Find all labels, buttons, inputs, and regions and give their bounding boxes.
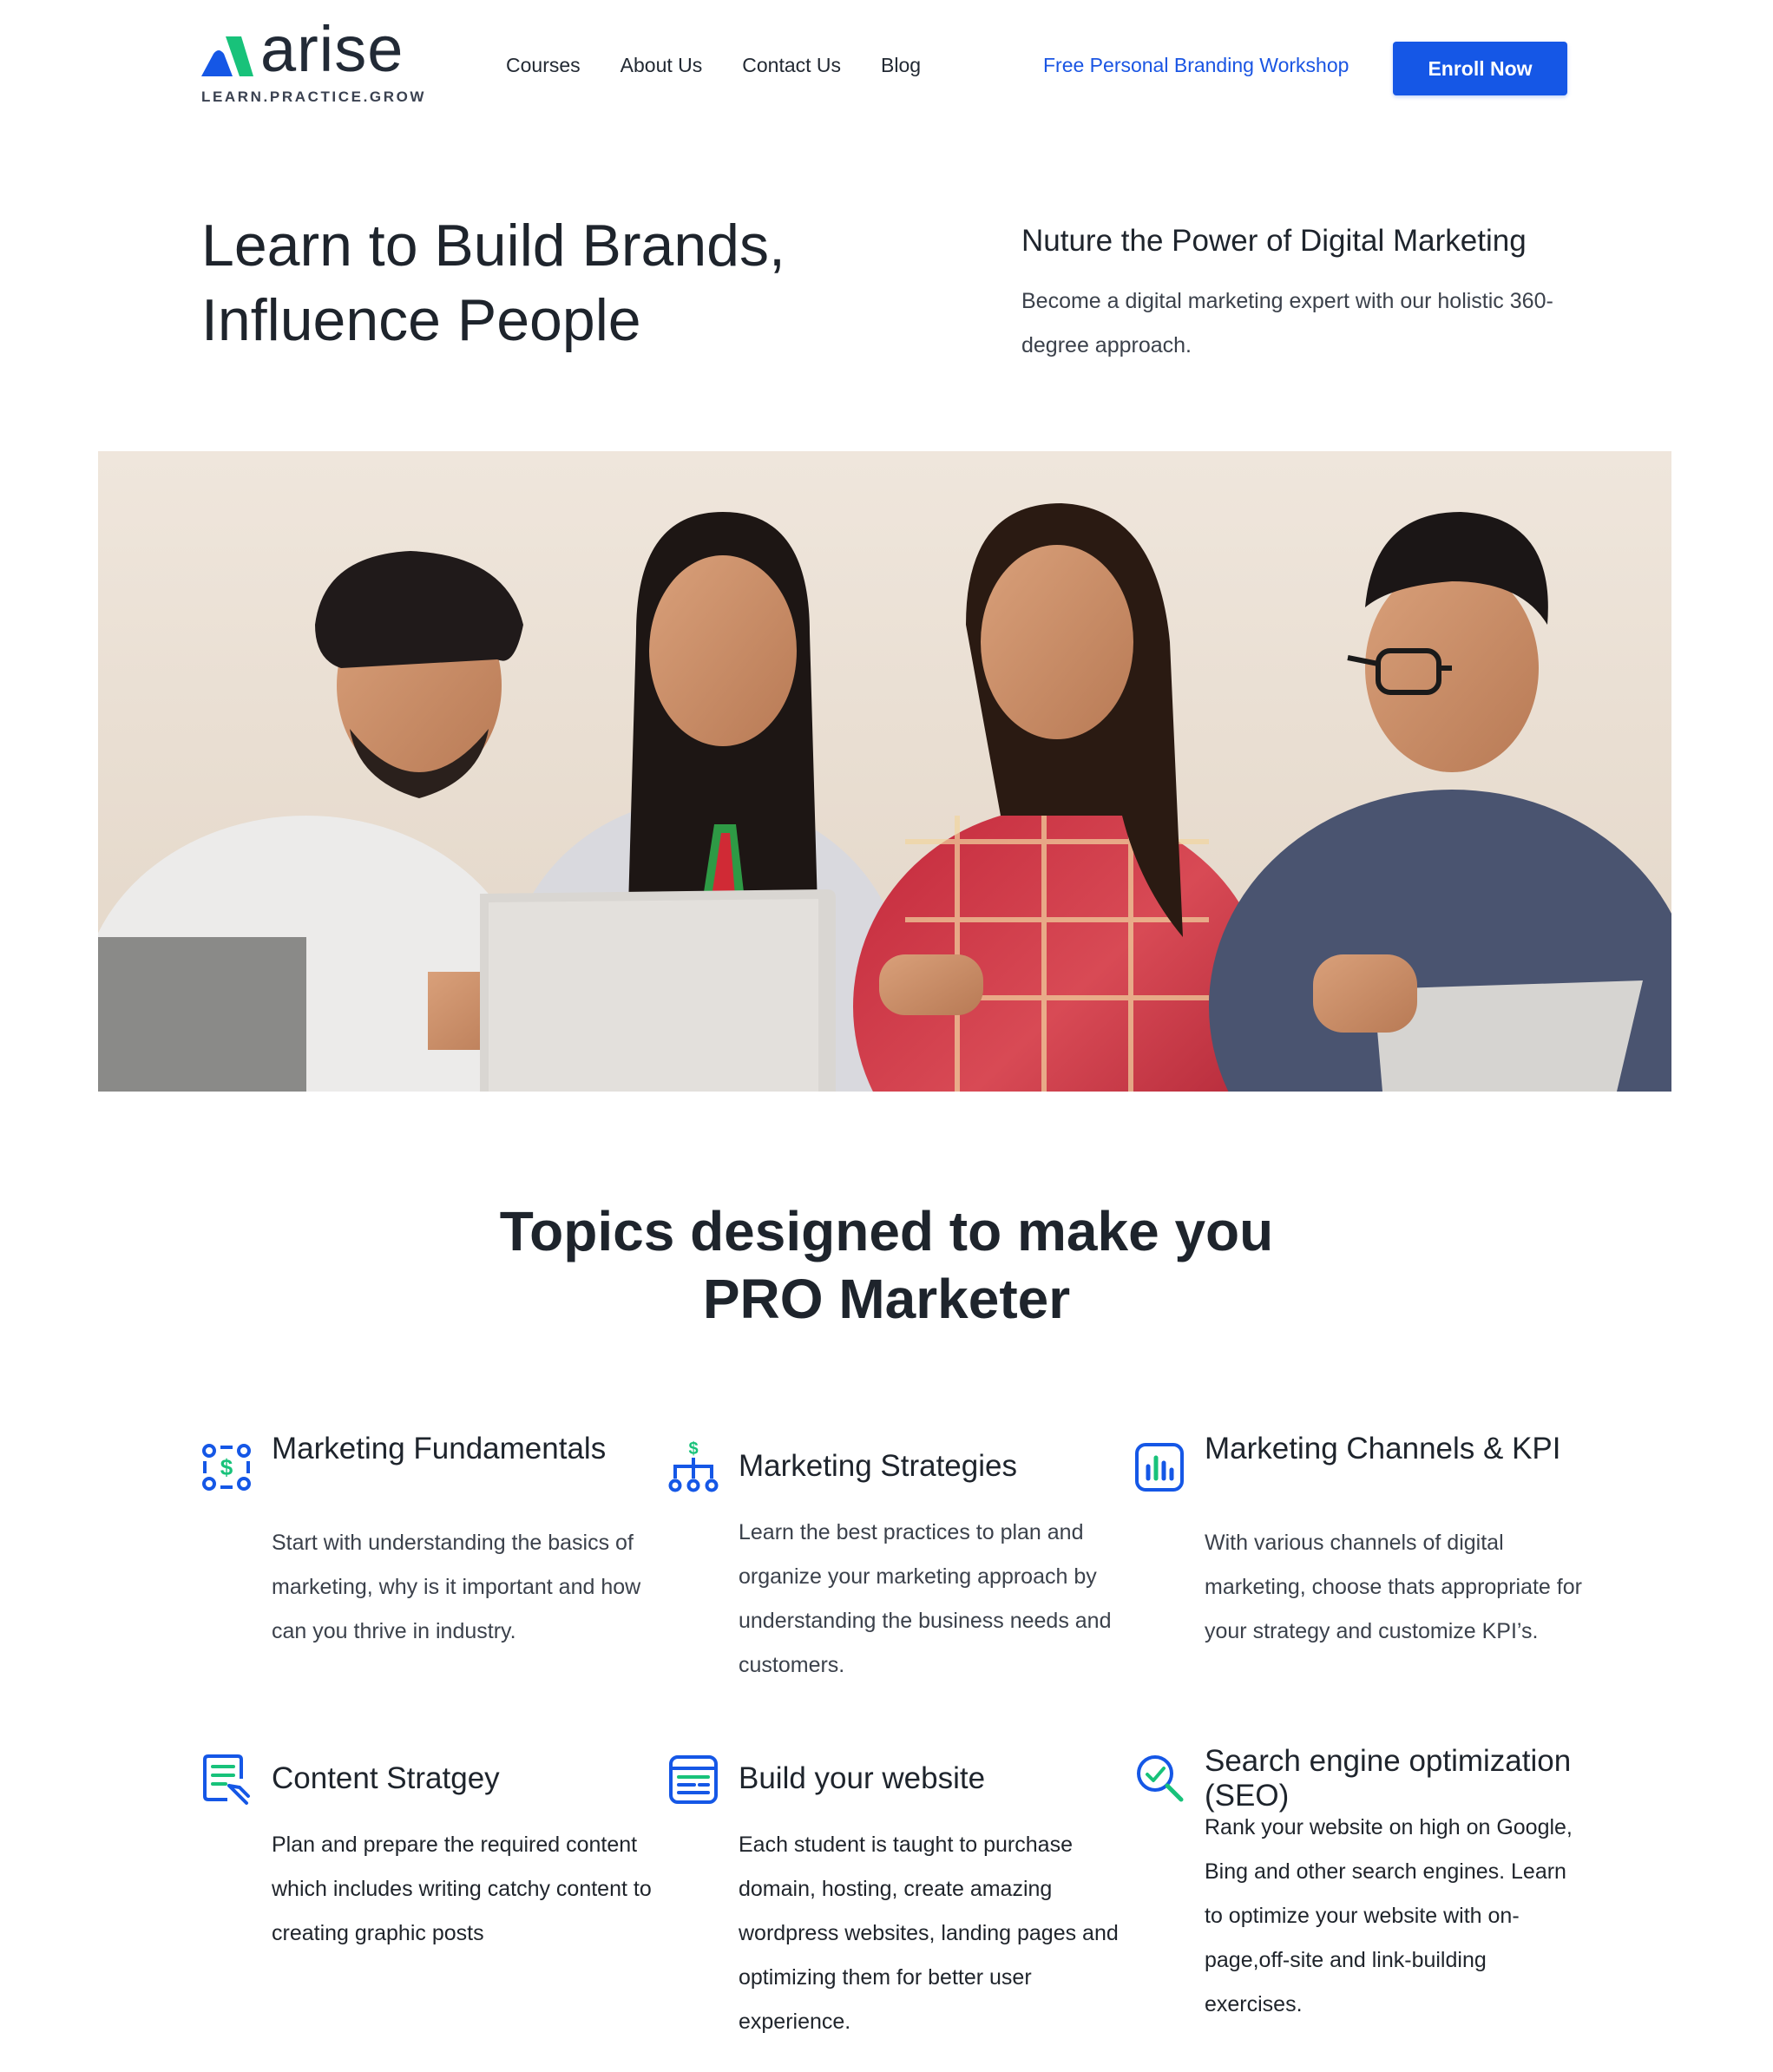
- svg-text:$: $: [220, 1454, 233, 1480]
- topics-heading: Topics designed to make you PRO Marketer: [0, 1197, 1773, 1333]
- brand-name: arise: [260, 13, 404, 85]
- hero-subtitle: Nuture the Power of Digital Marketing: [1021, 224, 1527, 258]
- topic-title: Marketing Fundamentals: [272, 1432, 607, 1465]
- arise-logo-icon: [201, 36, 253, 76]
- main-nav: Courses About Us Contact Us Blog: [506, 54, 961, 77]
- nav-item-courses[interactable]: Courses: [506, 54, 581, 77]
- topic-description: Each student is taught to purchase domai…: [739, 1833, 1119, 2034]
- topic-description: Learn the best practices to plan and org…: [739, 1520, 1112, 1677]
- hero-title-line-2: Influence People: [201, 287, 641, 353]
- money-network-icon: $: [202, 1444, 251, 1491]
- search-check-icon: [1137, 1755, 1184, 1802]
- topic-card-seo: Search engine optimization (SEO) Rank yo…: [1134, 1744, 1577, 2056]
- topic-card-build-your-website: Build your website Each student is taugh…: [668, 1744, 1119, 2034]
- topics-heading-line-2: PRO Marketer: [702, 1268, 1071, 1330]
- strategy-tree-icon: $: [668, 1440, 719, 1492]
- topic-title: Marketing Strategies: [739, 1449, 1017, 1483]
- enroll-now-button[interactable]: Enroll Now: [1393, 42, 1567, 95]
- nav-item-contact-us[interactable]: Contact Us: [742, 54, 841, 77]
- bar-chart-icon: [1135, 1443, 1184, 1492]
- brand-tagline: LEARN.PRACTICE.GROW: [201, 89, 427, 105]
- topic-description: Rank your website on high on Google, Bin…: [1205, 1815, 1573, 2016]
- topic-card-marketing-channels-kpi: Marketing Channels & KPI With various ch…: [1134, 1432, 1582, 1701]
- website-layout-icon: [669, 1755, 718, 1804]
- topic-title: Marketing Channels & KPI: [1205, 1432, 1561, 1465]
- hero-title-line-1: Learn to Build Brands,: [201, 213, 785, 279]
- hero-description: Become a digital marketing expert with o…: [1021, 289, 1553, 357]
- hero-image-students-with-laptop: [98, 451, 1671, 1092]
- topic-description: Plan and prepare the required content wh…: [272, 1833, 652, 1945]
- site-header: arise LEARN.PRACTICE.GROW Courses About …: [0, 0, 1773, 139]
- topic-title: Build your website: [739, 1761, 986, 1795]
- topic-card-content-strategy: Content Stratgey Plan and prepare the re…: [201, 1744, 652, 1987]
- svg-text:$: $: [688, 1440, 698, 1459]
- brand-logo[interactable]: arise LEARN.PRACTICE.GROW: [200, 17, 424, 109]
- topic-description: Start with understanding the basics of m…: [272, 1531, 641, 1643]
- hero-photo-illustration: [98, 451, 1671, 1092]
- topics-heading-line-1: Topics designed to make you: [499, 1200, 1274, 1262]
- topic-title: Search engine optimization (SEO): [1205, 1744, 1572, 1813]
- topic-description: With various channels of digital marketi…: [1205, 1531, 1582, 1643]
- hero-title: Learn to Build Brands, Influence People: [201, 208, 913, 357]
- content-edit-icon: [203, 1754, 250, 1805]
- free-workshop-link[interactable]: Free Personal Branding Workshop: [1043, 54, 1349, 77]
- nav-item-about-us[interactable]: About Us: [621, 54, 703, 77]
- topic-card-marketing-fundamentals: $ Marketing Fundamentals Start with unde…: [201, 1432, 644, 1701]
- topic-title: Content Stratgey: [272, 1761, 500, 1795]
- topic-card-marketing-strategies: $ Marketing Strategies Learn the best pr…: [668, 1432, 1112, 1692]
- nav-item-blog[interactable]: Blog: [881, 54, 921, 77]
